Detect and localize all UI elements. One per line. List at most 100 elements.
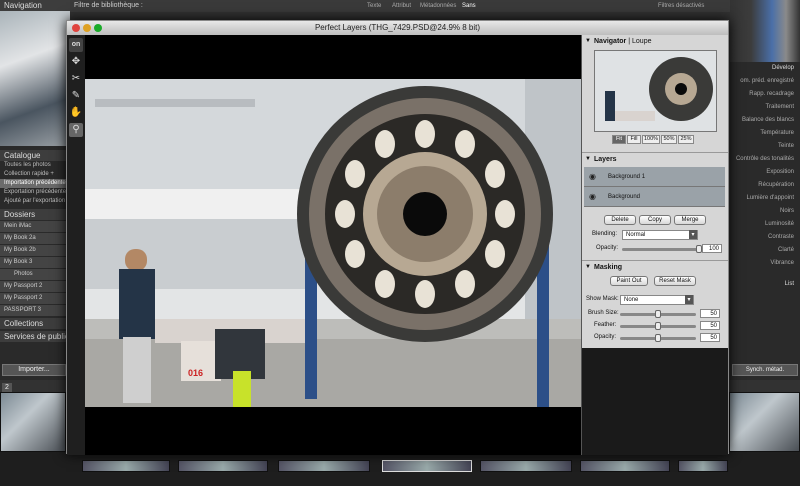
catalog-item[interactable]: Collection rapide + [0,170,70,179]
catalog-item[interactable]: Toutes les photos [0,161,70,170]
publish-services-header[interactable]: Services de publication [0,331,70,342]
develop-label[interactable]: Dévelop [730,62,800,75]
folder-item[interactable]: My Passport 2 [0,281,70,292]
layer-opacity-label: Opacity: [596,245,619,251]
catalog-item-selected[interactable]: Importation précédente [0,179,70,188]
navigator-header[interactable]: Navigator | Loupe [582,35,728,48]
blending-label: Blending: [592,231,618,237]
window-title-bar: Perfect Layers (THG_7429.PSD@24.9% 8 bit… [67,21,728,35]
layer-item[interactable]: ◉ Background [584,187,725,207]
filter-tab-text[interactable]: Texte [367,3,381,9]
paint-out-button[interactable]: Paint Out [610,276,648,286]
slider-knob[interactable] [655,334,661,342]
brush-size-value[interactable]: 50 [700,309,720,318]
catalog-item[interactable]: Exportation précédente a... [0,188,70,197]
right-row: Exposition [766,169,794,175]
folder-item[interactable]: PASSPORT 3 [0,305,70,316]
folder-item[interactable]: Mein iMac [0,221,70,232]
feather-value[interactable]: 50 [700,321,720,330]
image-canvas[interactable]: 016 [85,35,581,455]
folders-header[interactable]: Dossiers [0,209,70,220]
move-icon[interactable]: ✥ [69,55,83,69]
eye-icon[interactable]: ◉ [589,187,596,207]
layers-header[interactable]: Layers [582,153,728,166]
right-row: Lumière d'appoint [746,195,794,201]
photo-label: 016 [188,368,204,378]
reset-mask-button[interactable]: Reset Mask [654,276,696,286]
filter-tab-attribute[interactable]: Attribut [392,3,411,9]
show-mask-select[interactable]: None [620,295,694,305]
filmstrip-thumbnail-selected[interactable] [382,460,472,472]
right-panel: Navigator | Loupe Fit Fill 100% 50% 25% … [581,35,728,455]
preset-label[interactable]: om. préd. enregistré [730,75,800,88]
navigator-preview[interactable] [594,50,717,132]
feather-label: Feather: [594,322,617,328]
blending-select[interactable]: Normal [622,230,698,240]
close-window-icon[interactable] [72,24,80,32]
right-row: Noirs [779,208,794,214]
folder-item[interactable]: My Book 2b [0,245,70,256]
zoom-100-button[interactable]: 100% [642,135,660,144]
layer-opacity-slider[interactable] [622,245,702,253]
mask-opacity-value[interactable]: 50 [700,333,720,342]
perfect-layers-window: Perfect Layers (THG_7429.PSD@24.9% 8 bit… [66,20,729,455]
sync-metadata-button[interactable]: Synch. métad. [732,364,798,376]
folder-item[interactable]: My Book 3 [0,257,70,268]
layer-opacity-value[interactable]: 100 [702,244,722,253]
folder-item[interactable]: My Book 2a [0,233,70,244]
loupe-tab[interactable]: Loupe [632,38,651,45]
mask-opacity-slider[interactable] [620,334,696,342]
masking-header[interactable]: Masking [582,261,728,274]
photo: 016 [85,79,581,407]
filmstrip-thumbnail[interactable] [178,460,268,472]
page-number[interactable]: 2 [2,383,12,392]
layer-name: Background 1 [608,174,646,180]
zoom-icon[interactable]: ⚲ [69,123,83,137]
filmstrip-thumbnail[interactable] [0,392,66,452]
catalog-header[interactable]: Catalogue [0,150,70,161]
merge-layer-button[interactable]: Merge [674,215,706,225]
layers-section: Layers [582,152,728,166]
zoom-fit-button[interactable]: Fit [612,135,626,144]
copy-layer-button[interactable]: Copy [639,215,671,225]
brush-icon[interactable]: ✎ [69,89,83,103]
delete-layer-button[interactable]: Delete [604,215,636,225]
eye-icon[interactable]: ◉ [589,167,596,187]
filmstrip-thumbnail[interactable] [480,460,572,472]
feather-slider[interactable] [620,322,696,330]
right-row: Contraste [767,234,794,240]
filmstrip-thumbnail[interactable] [580,460,670,472]
brush-size-slider[interactable] [620,310,696,318]
list-label[interactable]: List [730,278,800,291]
on1-logo-icon: on [69,38,83,52]
zoom-25-button[interactable]: 25% [678,135,694,144]
folder-item[interactable]: My Passport 2 [0,293,70,304]
hand-icon[interactable]: ✋ [69,106,83,120]
zoom-fill-button[interactable]: Fill [627,135,641,144]
zoom-50-button[interactable]: 50% [661,135,677,144]
filmstrip-thumbnail[interactable] [678,460,728,472]
minimize-window-icon[interactable] [83,24,91,32]
layer-name: Background [608,194,641,200]
filmstrip-thumbnail[interactable] [82,460,170,472]
filter-tab-none[interactable]: Sans [462,3,476,9]
histogram [730,0,800,62]
filmstrip-thumbnail[interactable] [729,392,800,452]
collections-header[interactable]: Collections [0,318,70,329]
layer-item[interactable]: ◉ Background 1 [584,167,725,187]
folder-item[interactable]: Photos [0,269,70,280]
slider-knob[interactable] [655,310,661,318]
right-row: Traitement [765,104,794,110]
tool-bar: on ✥ ✂ ✎ ✋ ⚲ [67,35,85,455]
import-button[interactable]: Importer... [2,364,66,376]
crop-icon[interactable]: ✂ [69,72,83,86]
navigator-preview [0,11,70,146]
navigator-header[interactable]: Navigation [0,0,70,11]
filmstrip-thumbnail[interactable] [278,460,370,472]
filter-tab-metadata[interactable]: Métadonnées [420,3,456,9]
zoom-window-icon[interactable] [94,24,102,32]
layers-list: ◉ Background 1 ◉ Background [582,167,728,207]
navigator-tab[interactable]: Navigator [594,38,626,45]
slider-knob[interactable] [655,322,661,330]
catalog-item[interactable]: Ajouté par l'exportation p... [0,197,70,206]
